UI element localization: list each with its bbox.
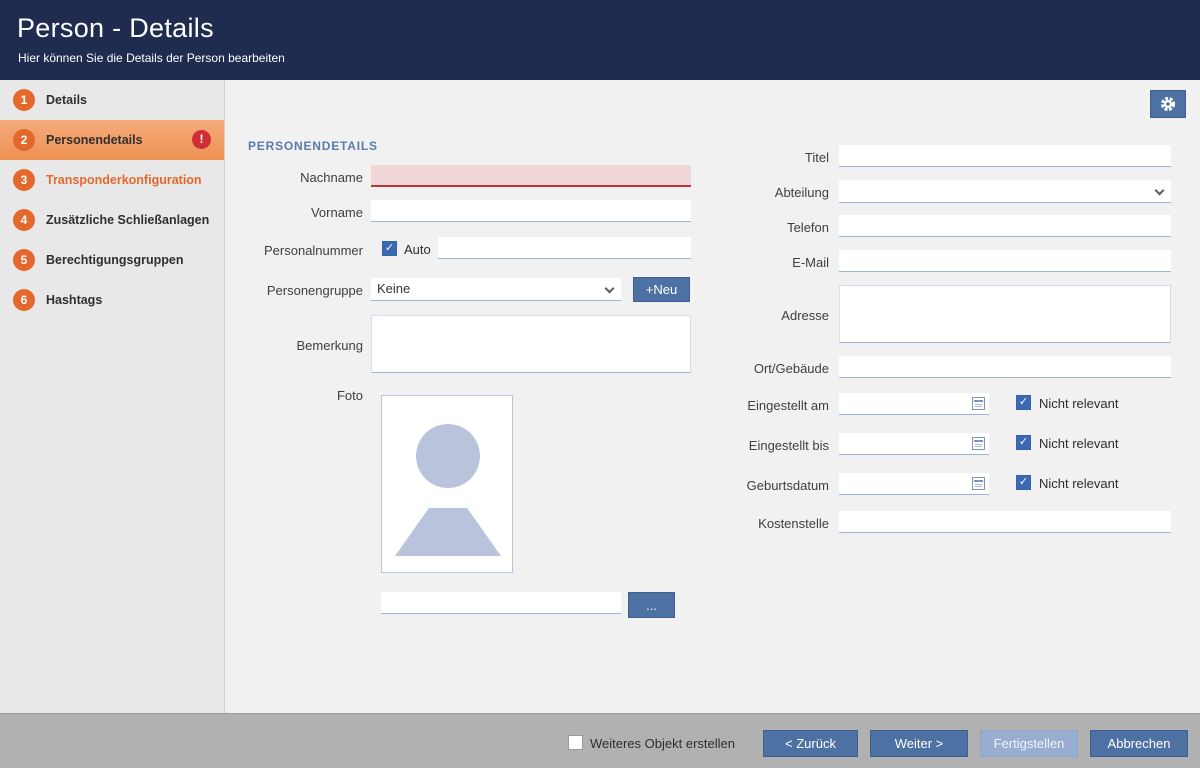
abteilung-select[interactable] bbox=[839, 180, 1171, 203]
sidebar-item-personendetails[interactable]: 2 Personendetails ! bbox=[0, 120, 224, 160]
kostenstelle-label: Kostenstelle bbox=[706, 516, 829, 531]
eingestellt-am-field[interactable] bbox=[839, 393, 989, 415]
vorname-field[interactable] bbox=[371, 200, 691, 222]
person-details-window: Person - Details Hier können Sie die Det… bbox=[0, 0, 1200, 768]
nachname-field[interactable] bbox=[371, 165, 691, 187]
eingestellt-am-nicht-relevant-checkbox[interactable] bbox=[1016, 395, 1031, 410]
step-number-badge: 5 bbox=[13, 249, 35, 271]
wizard-step-list: 1 Details 2 Personendetails ! 3 Transpon… bbox=[0, 80, 225, 713]
sidebar-item-hashtags[interactable]: 6 Hashtags bbox=[0, 280, 224, 320]
nachname-label: Nachname bbox=[236, 170, 363, 185]
sidebar-item-label: Details bbox=[46, 93, 87, 107]
nicht-relevant-label: Nicht relevant bbox=[1039, 476, 1118, 491]
weiteres-objekt-checkbox[interactable] bbox=[568, 735, 583, 750]
sidebar-item-label: Hashtags bbox=[46, 293, 102, 307]
abteilung-label: Abteilung bbox=[706, 185, 829, 200]
error-badge-icon: ! bbox=[192, 130, 211, 149]
bemerkung-field[interactable] bbox=[371, 315, 691, 373]
sidebar-item-berechtigungsgruppen[interactable]: 5 Berechtigungsgruppen bbox=[0, 240, 224, 280]
cancel-button[interactable]: Abbrechen bbox=[1090, 730, 1188, 757]
calendar-icon[interactable] bbox=[972, 477, 985, 490]
personengruppe-select[interactable]: Keine bbox=[371, 278, 621, 301]
ort-gebaeude-label: Ort/Gebäude bbox=[706, 361, 829, 376]
step-number-badge: 3 bbox=[13, 169, 35, 191]
sidebar-item-transponderkonfiguration[interactable]: 3 Transponderkonfiguration bbox=[0, 160, 224, 200]
calendar-icon[interactable] bbox=[972, 437, 985, 450]
adresse-field[interactable] bbox=[839, 285, 1171, 343]
personalnummer-label: Personalnummer bbox=[236, 243, 363, 258]
geburtsdatum-nicht-relevant-checkbox[interactable] bbox=[1016, 475, 1031, 490]
chevron-down-icon bbox=[605, 284, 615, 294]
chevron-down-icon bbox=[1155, 186, 1165, 196]
sidebar-item-zusaetzliche-schliessanlagen[interactable]: 4 Zusätzliche Schließanlagen bbox=[0, 200, 224, 240]
sidebar-item-label: Personendetails bbox=[46, 133, 143, 147]
eingestellt-am-label: Eingestellt am bbox=[706, 398, 829, 413]
step-number-badge: 2 bbox=[13, 129, 35, 151]
form-area: PERSONENDETAILS Nachname Vorname Persona… bbox=[226, 80, 1200, 713]
settings-button[interactable] bbox=[1150, 90, 1186, 118]
eingestellt-bis-nicht-relevant-checkbox[interactable] bbox=[1016, 435, 1031, 450]
photo-path-field[interactable] bbox=[381, 592, 621, 614]
bemerkung-label: Bemerkung bbox=[236, 338, 363, 353]
step-number-badge: 6 bbox=[13, 289, 35, 311]
person-silhouette-icon bbox=[395, 508, 501, 556]
sidebar-item-label: Transponderkonfiguration bbox=[46, 173, 202, 187]
email-field[interactable] bbox=[839, 250, 1171, 272]
next-button[interactable]: Weiter > bbox=[870, 730, 968, 757]
telefon-label: Telefon bbox=[706, 220, 829, 235]
finish-button[interactable]: Fertigstellen bbox=[980, 730, 1078, 757]
foto-label: Foto bbox=[236, 388, 363, 403]
kostenstelle-field[interactable] bbox=[839, 511, 1171, 533]
personengruppe-selected-value: Keine bbox=[377, 281, 410, 296]
sidebar-item-label: Berechtigungsgruppen bbox=[46, 253, 184, 267]
new-group-button[interactable]: +Neu bbox=[633, 277, 690, 302]
wizard-footer: Weiteres Objekt erstellen < Zurück Weite… bbox=[0, 713, 1200, 768]
person-silhouette-icon bbox=[416, 424, 480, 488]
page-title: Person - Details bbox=[17, 13, 214, 44]
adresse-label: Adresse bbox=[706, 308, 829, 323]
email-label: E-Mail bbox=[706, 255, 829, 270]
eingestellt-bis-label: Eingestellt bis bbox=[706, 438, 829, 453]
auto-checkbox[interactable] bbox=[382, 241, 397, 256]
weiteres-objekt-label: Weiteres Objekt erstellen bbox=[590, 736, 735, 751]
eingestellt-bis-field[interactable] bbox=[839, 433, 989, 455]
titel-label: Titel bbox=[706, 150, 829, 165]
personalnummer-field[interactable] bbox=[438, 237, 691, 259]
step-number-badge: 1 bbox=[13, 89, 35, 111]
vorname-label: Vorname bbox=[236, 205, 363, 220]
geburtsdatum-label: Geburtsdatum bbox=[706, 478, 829, 493]
nicht-relevant-label: Nicht relevant bbox=[1039, 436, 1118, 451]
back-button[interactable]: < Zurück bbox=[763, 730, 858, 757]
section-title: PERSONENDETAILS bbox=[248, 139, 378, 153]
sidebar-item-label: Zusätzliche Schließanlagen bbox=[46, 213, 209, 227]
browse-photo-button[interactable]: ... bbox=[628, 592, 675, 618]
photo-placeholder bbox=[381, 395, 513, 573]
sidebar-item-details[interactable]: 1 Details bbox=[0, 80, 224, 120]
gear-icon bbox=[1159, 95, 1177, 113]
window-header: Person - Details Hier können Sie die Det… bbox=[0, 0, 1200, 80]
personengruppe-label: Personengruppe bbox=[236, 283, 363, 298]
geburtsdatum-field[interactable] bbox=[839, 473, 989, 495]
ort-gebaeude-field[interactable] bbox=[839, 356, 1171, 378]
step-number-badge: 4 bbox=[13, 209, 35, 231]
page-subtitle: Hier können Sie die Details der Person b… bbox=[18, 51, 285, 65]
nicht-relevant-label: Nicht relevant bbox=[1039, 396, 1118, 411]
auto-checkbox-label: Auto bbox=[404, 242, 431, 257]
telefon-field[interactable] bbox=[839, 215, 1171, 237]
titel-field[interactable] bbox=[839, 145, 1171, 167]
calendar-icon[interactable] bbox=[972, 397, 985, 410]
